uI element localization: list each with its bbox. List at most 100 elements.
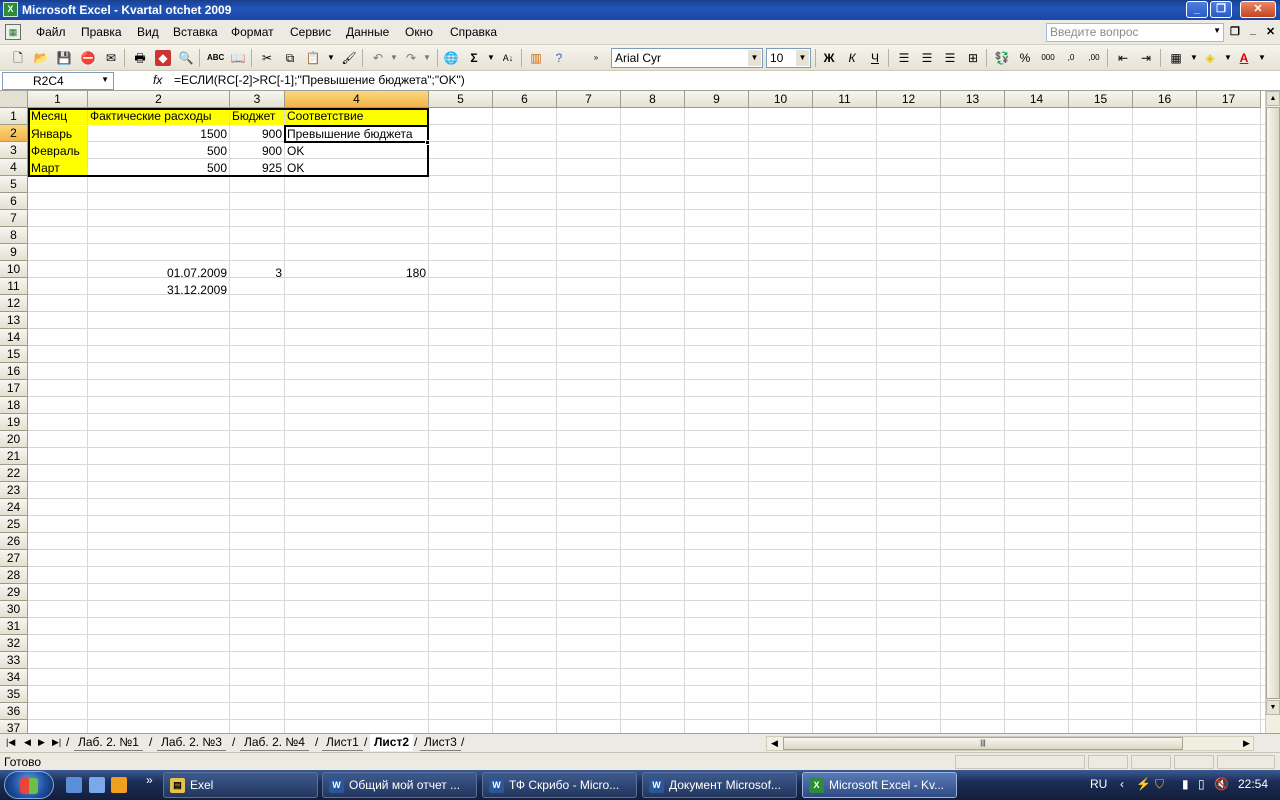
- menu-window[interactable]: Окно: [405, 25, 433, 39]
- cell-r2c1[interactable]: Январь: [29, 126, 87, 143]
- cell-r2c2[interactable]: 1500: [88, 126, 229, 143]
- sheet-tab-list3[interactable]: Лист3: [420, 734, 461, 751]
- column-header-4[interactable]: 4: [285, 91, 429, 108]
- font-size-select[interactable]: 10 ▼: [766, 48, 811, 68]
- sheet-tab-lab2-4[interactable]: Лаб. 2. №4: [240, 734, 309, 751]
- chevron-down-icon[interactable]: ▼: [323, 50, 339, 66]
- cut-icon[interactable]: ✂: [259, 50, 275, 66]
- sort-ascending-icon[interactable]: A↓: [500, 50, 516, 66]
- cell-r2c4[interactable]: Превышение бюджета: [285, 126, 428, 143]
- sheet-tab-lab2-3[interactable]: Лаб. 2. №3: [157, 734, 226, 751]
- cell-r4c4[interactable]: OK: [285, 160, 428, 177]
- format-painter-icon[interactable]: 🖌: [341, 50, 357, 66]
- email-icon[interactable]: ✉: [103, 50, 119, 66]
- row-header-29[interactable]: 29: [0, 584, 28, 601]
- cell-r3c2[interactable]: 500: [88, 143, 229, 160]
- chart-wizard-icon[interactable]: ▥: [528, 50, 544, 66]
- cell-r10c4[interactable]: 180: [285, 265, 428, 282]
- menu-format[interactable]: Формат: [231, 25, 274, 39]
- column-header-5[interactable]: 5: [429, 91, 493, 108]
- decrease-decimal-icon[interactable]: ,00: [1086, 50, 1102, 66]
- cell-r11c2[interactable]: 31.12.2009: [88, 282, 229, 299]
- new-icon[interactable]: 🗋: [10, 50, 26, 66]
- paste-icon[interactable]: 📋: [305, 50, 321, 66]
- font-name-select[interactable]: Arial Cyr ▼: [611, 48, 763, 68]
- italic-icon[interactable]: К: [844, 50, 860, 66]
- row-header-15[interactable]: 15: [0, 346, 28, 363]
- row-header-9[interactable]: 9: [0, 244, 28, 261]
- taskbar-item-word-2[interactable]: W ТФ Скрибо - Micro...: [482, 772, 637, 798]
- column-header-2[interactable]: 2: [88, 91, 230, 108]
- workbook-icon[interactable]: ▦: [5, 24, 21, 40]
- row-header-27[interactable]: 27: [0, 550, 28, 567]
- formula-input[interactable]: =ЕСЛИ(RC[-2]>RC[-1];"Превышение бюджета"…: [174, 73, 465, 87]
- minimize-button[interactable]: _: [1186, 1, 1208, 18]
- column-header-9[interactable]: 9: [685, 91, 749, 108]
- cell-r3c3[interactable]: 900: [230, 143, 284, 160]
- scroll-left-icon[interactable]: ◀: [771, 738, 778, 749]
- menu-file[interactable]: Файл: [36, 25, 66, 39]
- chevron-down-icon[interactable]: ▼: [1220, 50, 1236, 66]
- fill-color-icon[interactable]: ◈: [1202, 50, 1218, 66]
- permission-icon[interactable]: ⛔: [80, 50, 96, 66]
- row-header-21[interactable]: 21: [0, 448, 28, 465]
- quicklaunch-more-icon[interactable]: »: [146, 773, 153, 787]
- close-button[interactable]: ✕: [1240, 1, 1276, 18]
- column-header-12[interactable]: 12: [877, 91, 941, 108]
- row-header-24[interactable]: 24: [0, 499, 28, 516]
- cell-r4c2[interactable]: 500: [88, 160, 229, 177]
- print-icon[interactable]: 🖶: [132, 50, 148, 66]
- vertical-scrollbar[interactable]: ▲ ▼: [1265, 91, 1280, 733]
- align-left-icon[interactable]: ☰: [896, 50, 912, 66]
- align-right-icon[interactable]: ☰: [942, 50, 958, 66]
- select-all-corner[interactable]: [0, 91, 28, 108]
- chevron-down-icon[interactable]: ▼: [1254, 50, 1270, 66]
- row-header-14[interactable]: 14: [0, 329, 28, 346]
- scroll-down-icon[interactable]: ▼: [1266, 700, 1280, 715]
- font-color-icon[interactable]: A: [1236, 50, 1252, 66]
- security-icon[interactable]: ⛉: [1155, 777, 1164, 792]
- column-header-8[interactable]: 8: [621, 91, 685, 108]
- menu-help[interactable]: Справка: [450, 25, 497, 39]
- minimize-doc-icon[interactable]: _: [1250, 24, 1256, 36]
- row-header-2[interactable]: 2: [0, 125, 28, 142]
- cell-r1c2[interactable]: Фактические расходы: [88, 108, 229, 125]
- help-question-input[interactable]: Введите вопрос ▼: [1046, 23, 1224, 42]
- language-indicator[interactable]: RU: [1090, 777, 1107, 791]
- taskbar-item-excel[interactable]: X Microsoft Excel - Kv...: [802, 772, 957, 798]
- cell-r1c1[interactable]: Месяц: [29, 108, 87, 125]
- row-header-5[interactable]: 5: [0, 176, 28, 193]
- hyperlink-icon[interactable]: 🌐: [443, 50, 459, 66]
- cell-r4c1[interactable]: Март: [29, 160, 87, 177]
- bold-icon[interactable]: Ж: [821, 50, 837, 66]
- menu-data[interactable]: Данные: [346, 25, 389, 39]
- excel-app-icon[interactable]: X: [3, 2, 18, 17]
- row-header-22[interactable]: 22: [0, 465, 28, 482]
- row-header-34[interactable]: 34: [0, 669, 28, 686]
- autosum-icon[interactable]: Σ: [466, 50, 482, 66]
- sheet-tab-list1[interactable]: Лист1: [322, 734, 363, 751]
- row-header-12[interactable]: 12: [0, 295, 28, 312]
- battery-icon[interactable]: ▯: [1198, 777, 1205, 791]
- scroll-up-icon[interactable]: ▲: [1266, 91, 1280, 106]
- horizontal-scrollbar[interactable]: |||: [766, 736, 1254, 751]
- chevron-down-icon[interactable]: ▼: [483, 50, 499, 66]
- row-header-1[interactable]: 1: [0, 108, 28, 125]
- cell-r1c4[interactable]: Соответствие: [285, 108, 428, 125]
- chevron-down-icon[interactable]: ▼: [796, 50, 809, 66]
- toolbar-options-icon[interactable]: »: [590, 50, 602, 66]
- tray-expand-icon[interactable]: ‹: [1120, 777, 1124, 791]
- cell-r3c4[interactable]: OK: [285, 143, 428, 160]
- show-desktop-icon[interactable]: [66, 777, 82, 793]
- row-header-32[interactable]: 32: [0, 635, 28, 652]
- row-header-37[interactable]: 37: [0, 720, 28, 733]
- fill-handle[interactable]: [425, 140, 430, 145]
- menu-tools[interactable]: Сервис: [290, 25, 331, 39]
- chevron-down-icon[interactable]: ▼: [101, 75, 109, 84]
- increase-decimal-icon[interactable]: ,0: [1063, 50, 1079, 66]
- undo-icon[interactable]: ↶: [370, 50, 386, 66]
- row-header-6[interactable]: 6: [0, 193, 28, 210]
- spelling-icon[interactable]: ABC: [207, 50, 224, 66]
- vertical-scroll-thumb[interactable]: [1266, 107, 1280, 699]
- column-header-7[interactable]: 7: [557, 91, 621, 108]
